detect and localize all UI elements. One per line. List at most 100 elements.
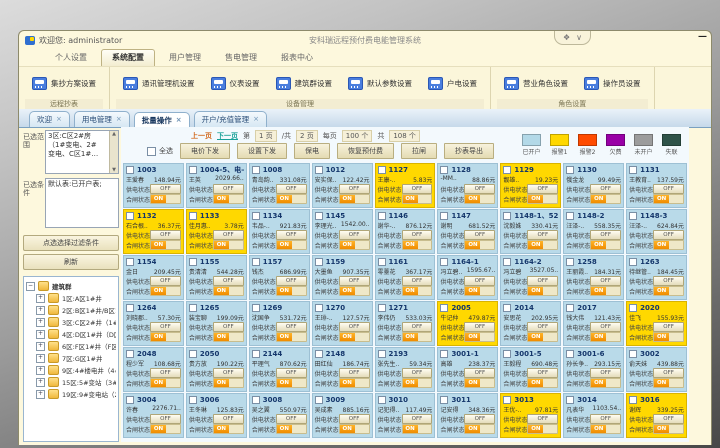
- close-toggle[interactable]: ON: [527, 424, 558, 434]
- meter-checkbox[interactable]: [252, 212, 260, 220]
- close-toggle[interactable]: ON: [213, 286, 244, 296]
- select-all[interactable]: 全选: [147, 146, 173, 156]
- tree-item[interactable]: +4区:D区1#井（D区1: [26, 328, 116, 340]
- close-toggle[interactable]: ON: [150, 332, 181, 342]
- supply-toggle[interactable]: OFF: [590, 368, 621, 378]
- chevron-down-icon[interactable]: ∨: [576, 33, 582, 42]
- tab-1[interactable]: 欢迎×: [29, 111, 70, 127]
- supply-toggle[interactable]: OFF: [590, 184, 621, 194]
- meter-checkbox[interactable]: [440, 166, 448, 174]
- scroll-up-icon[interactable]: ▲: [112, 131, 116, 138]
- supply-toggle[interactable]: OFF: [150, 184, 181, 194]
- close-toggle[interactable]: ON: [150, 378, 181, 388]
- close-toggle[interactable]: ON: [276, 286, 307, 296]
- close-toggle[interactable]: ON: [276, 194, 307, 204]
- close-toggle[interactable]: ON: [339, 286, 370, 296]
- close-toggle[interactable]: ON: [339, 332, 370, 342]
- close-toggle[interactable]: ON: [213, 378, 244, 388]
- supply-toggle[interactable]: OFF: [402, 368, 433, 378]
- supply-toggle[interactable]: OFF: [402, 414, 433, 424]
- supply-toggle[interactable]: OFF: [653, 414, 684, 424]
- meter-checkbox[interactable]: [315, 212, 323, 220]
- meter-checkbox[interactable]: [629, 396, 637, 404]
- supply-toggle[interactable]: OFF: [339, 322, 370, 332]
- filter-select-button[interactable]: 点选选择过滤条件: [23, 235, 119, 251]
- close-toggle[interactable]: ON: [653, 194, 684, 204]
- supply-toggle[interactable]: OFF: [527, 322, 558, 332]
- skin-control[interactable]: ❖ ∨: [554, 31, 591, 45]
- toolbar-button[interactable]: 恢复预付费: [337, 143, 394, 159]
- tree-item[interactable]: +7区:G区1#井: [26, 352, 116, 364]
- close-toggle[interactable]: ON: [276, 332, 307, 342]
- expand-plus-icon[interactable]: +: [36, 390, 45, 399]
- supply-toggle[interactable]: OFF: [150, 368, 181, 378]
- close-toggle[interactable]: ON: [590, 240, 621, 250]
- close-toggle[interactable]: ON: [402, 194, 433, 204]
- tab-close-icon[interactable]: ×: [56, 116, 62, 123]
- close-toggle[interactable]: ON: [527, 332, 558, 342]
- close-toggle[interactable]: ON: [527, 378, 558, 388]
- supply-toggle[interactable]: OFF: [464, 230, 495, 240]
- ribbon-button[interactable]: 建筑群设置: [273, 75, 336, 92]
- close-toggle[interactable]: ON: [339, 424, 370, 434]
- close-toggle[interactable]: ON: [653, 378, 684, 388]
- supply-toggle[interactable]: OFF: [527, 414, 558, 424]
- supply-toggle[interactable]: OFF: [464, 414, 495, 424]
- close-toggle[interactable]: ON: [150, 240, 181, 250]
- menu-item-2[interactable]: 系统配置: [101, 49, 155, 66]
- supply-toggle[interactable]: OFF: [339, 414, 370, 424]
- toolbar-button[interactable]: 电价下发: [180, 143, 230, 159]
- supply-toggle[interactable]: OFF: [527, 276, 558, 286]
- meter-checkbox[interactable]: [315, 258, 323, 266]
- meter-checkbox[interactable]: [629, 212, 637, 220]
- meter-checkbox[interactable]: [252, 396, 260, 404]
- close-toggle[interactable]: ON: [150, 194, 181, 204]
- meter-checkbox[interactable]: [126, 258, 134, 266]
- meter-checkbox[interactable]: [126, 304, 134, 312]
- ribbon-button[interactable]: 户电设置: [425, 75, 480, 92]
- meter-checkbox[interactable]: [440, 258, 448, 266]
- close-toggle[interactable]: ON: [276, 240, 307, 250]
- supply-toggle[interactable]: OFF: [213, 368, 244, 378]
- close-toggle[interactable]: ON: [590, 286, 621, 296]
- expand-plus-icon[interactable]: +: [36, 294, 45, 303]
- meter-checkbox[interactable]: [315, 350, 323, 358]
- meter-checkbox[interactable]: [189, 212, 197, 220]
- select-all-checkbox[interactable]: [147, 147, 156, 156]
- meter-checkbox[interactable]: [629, 304, 637, 312]
- ribbon-button[interactable]: 仪表设置: [208, 75, 263, 92]
- close-toggle[interactable]: ON: [464, 240, 495, 250]
- meter-checkbox[interactable]: [378, 350, 386, 358]
- supply-toggle[interactable]: OFF: [402, 230, 433, 240]
- tab-close-icon[interactable]: ×: [176, 117, 182, 124]
- close-toggle[interactable]: ON: [653, 424, 684, 434]
- close-toggle[interactable]: ON: [653, 286, 684, 296]
- meter-checkbox[interactable]: [566, 166, 574, 174]
- supply-toggle[interactable]: OFF: [150, 414, 181, 424]
- tree-item[interactable]: +1区:A区1#井: [26, 292, 116, 304]
- tab-close-icon[interactable]: ×: [116, 116, 122, 123]
- supply-toggle[interactable]: OFF: [339, 184, 370, 194]
- ribbon-button[interactable]: 营业角色设置: [501, 75, 571, 92]
- close-toggle[interactable]: ON: [276, 424, 307, 434]
- meter-checkbox[interactable]: [126, 166, 134, 174]
- meter-checkbox[interactable]: [566, 396, 574, 404]
- supply-toggle[interactable]: OFF: [464, 368, 495, 378]
- meter-checkbox[interactable]: [629, 350, 637, 358]
- tree-item[interactable]: +15区:5#变站（3#变电: [26, 376, 116, 388]
- supply-toggle[interactable]: OFF: [402, 322, 433, 332]
- menu-item-1[interactable]: 个人设置: [45, 50, 97, 66]
- close-toggle[interactable]: ON: [464, 194, 495, 204]
- close-toggle[interactable]: ON: [276, 378, 307, 388]
- meter-checkbox[interactable]: [503, 166, 511, 174]
- collapse-expander-icon[interactable]: −: [26, 282, 35, 291]
- supply-toggle[interactable]: OFF: [276, 414, 307, 424]
- menu-item-5[interactable]: 报表中心: [271, 50, 323, 66]
- supply-toggle[interactable]: OFF: [339, 368, 370, 378]
- supply-toggle[interactable]: OFF: [213, 184, 244, 194]
- meter-checkbox[interactable]: [189, 258, 197, 266]
- tab-close-icon[interactable]: ×: [253, 116, 259, 123]
- meter-checkbox[interactable]: [503, 396, 511, 404]
- close-toggle[interactable]: ON: [402, 332, 433, 342]
- close-toggle[interactable]: ON: [213, 332, 244, 342]
